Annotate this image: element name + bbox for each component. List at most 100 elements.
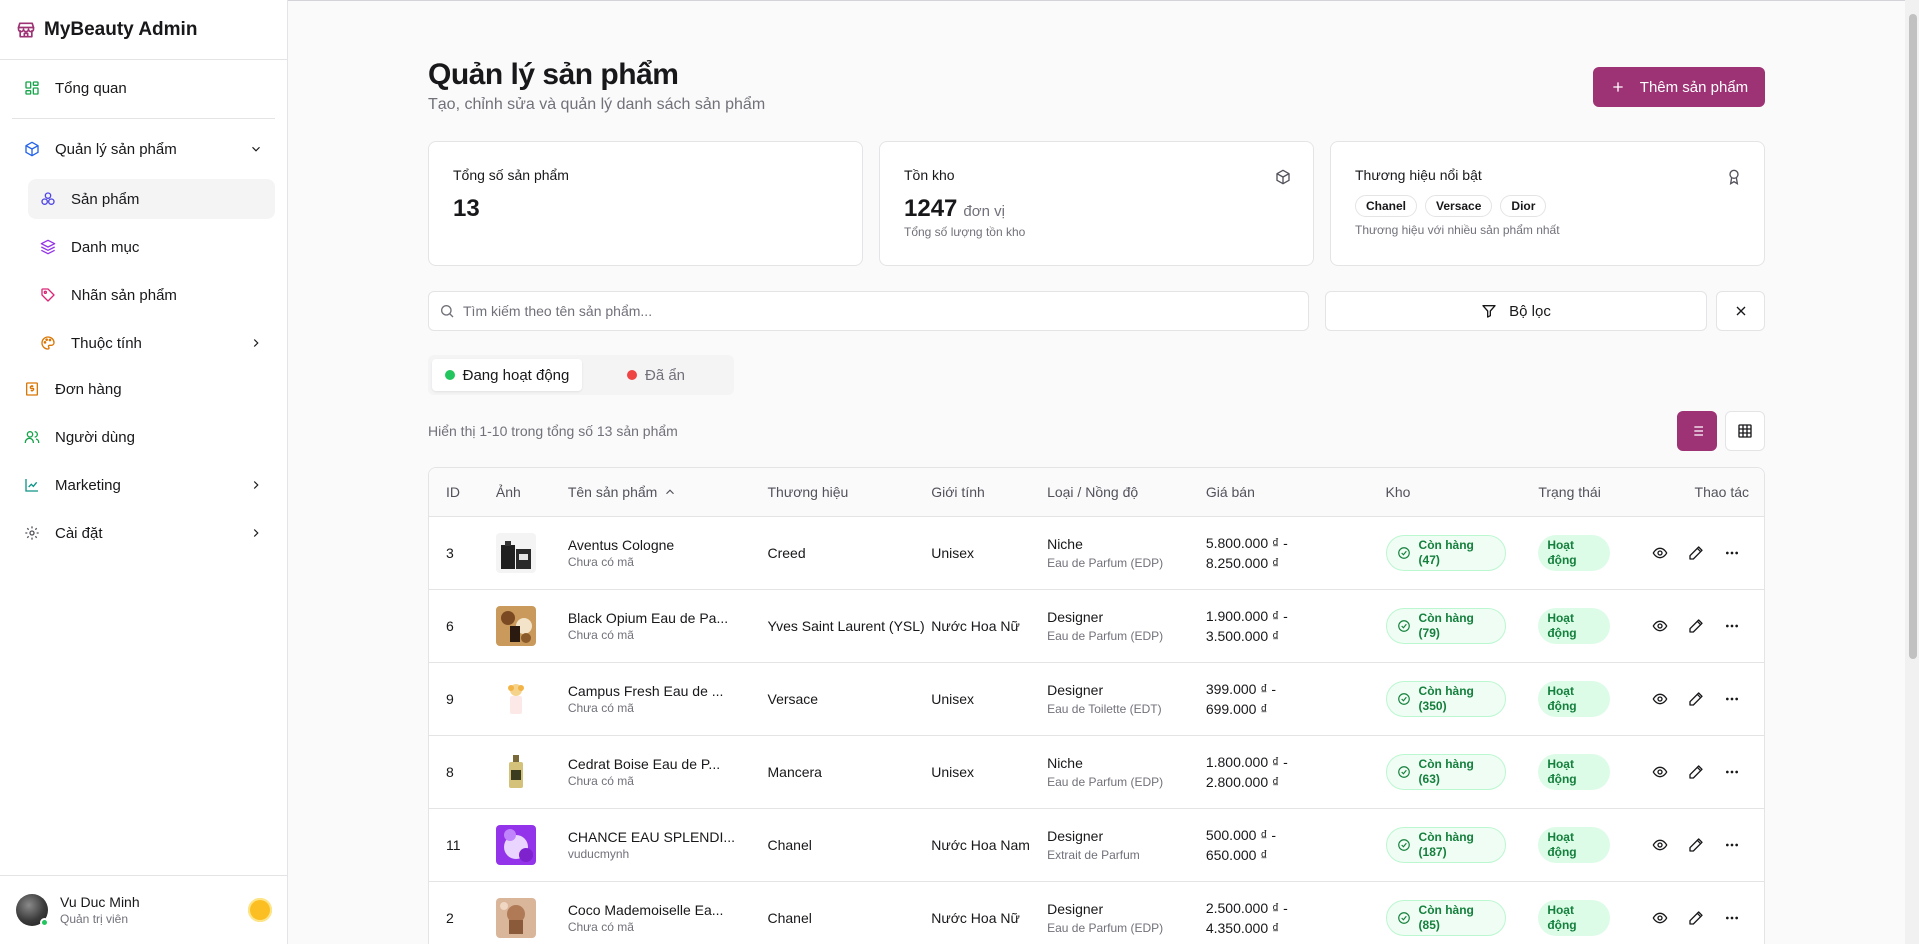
theme-toggle[interactable] xyxy=(248,898,272,922)
dashboard-icon xyxy=(25,81,39,95)
col-brand: Thương hiệu xyxy=(767,484,849,500)
product-name: Campus Fresh Eau de ... xyxy=(567,683,724,699)
status-badge: Hoạt động xyxy=(1538,608,1611,644)
table-row[interactable]: 8 Cedrat Boise Eau de P... Chưa có mã Ma… xyxy=(429,736,1764,809)
price-min: 5.800.000 ₫ - xyxy=(1205,535,1288,551)
eye-icon[interactable] xyxy=(1652,618,1668,634)
pencil-icon[interactable] xyxy=(1688,764,1704,780)
price-max: 4.350.000 ₫ xyxy=(1205,920,1280,936)
search-input[interactable] xyxy=(463,303,1308,319)
more-horizontal-icon[interactable] xyxy=(1724,545,1740,561)
status-line-1: Hoạt xyxy=(1547,611,1574,625)
pencil-icon[interactable] xyxy=(1688,910,1704,926)
product-status-cell: Hoạt động xyxy=(1538,535,1642,571)
eye-icon[interactable] xyxy=(1652,691,1668,707)
brand-chip[interactable]: Chanel xyxy=(1355,195,1418,217)
product-image-cell xyxy=(495,606,568,646)
sidebar-item-marketing[interactable]: Marketing xyxy=(12,467,275,503)
eye-icon[interactable] xyxy=(1652,545,1668,561)
sidebar-item-categories[interactable]: Danh mục xyxy=(28,227,275,267)
eye-icon[interactable] xyxy=(1652,837,1668,853)
col-price: Giá bán xyxy=(1205,484,1255,500)
tab-active[interactable]: Đang hoạt động xyxy=(432,359,582,391)
table-row[interactable]: 11 CHANCE EAU SPLENDI... vuducmynh Chane… xyxy=(429,809,1764,882)
col-name[interactable]: Tên sản phẩm xyxy=(568,484,768,500)
col-image: Ảnh xyxy=(495,484,521,500)
sidebar-item-tags[interactable]: Nhãn sản phẩm xyxy=(28,275,275,315)
more-horizontal-icon[interactable] xyxy=(1724,691,1740,707)
boxes-icon xyxy=(41,192,55,205)
filter-button[interactable]: Bộ lọc xyxy=(1325,291,1707,331)
user-role: Quản trị viên xyxy=(60,912,129,926)
sidebar-item-products-group[interactable]: Quản lý sản phẩm xyxy=(12,131,275,167)
stock-label: Còn hàng xyxy=(1418,611,1474,625)
product-price-cell: 2.500.000 ₫ - 4.350.000 ₫ xyxy=(1206,898,1386,938)
sidebar-item-overview[interactable]: Tổng quan xyxy=(12,70,275,106)
status-text: Hoạt động xyxy=(1547,684,1576,714)
sidebar-item-products[interactable]: Sản phẩm xyxy=(28,179,275,219)
stock-label: Còn hàng xyxy=(1418,684,1474,698)
check-circle-icon xyxy=(1397,839,1410,851)
eye-icon[interactable] xyxy=(1652,910,1668,926)
product-code: Chưa có mã xyxy=(567,628,634,642)
clear-filter-button[interactable] xyxy=(1716,291,1765,331)
row-actions xyxy=(1642,837,1764,853)
list-view-button[interactable] xyxy=(1677,411,1717,451)
price-max: 2.800.000 ₫ xyxy=(1205,774,1280,790)
status-text: Hoạt động xyxy=(1547,830,1576,860)
check-circle-icon xyxy=(1397,912,1410,924)
stat-card-brands: Thương hiệu nổi bật Chanel Versace Dior … xyxy=(1330,141,1765,266)
product-type: Designer xyxy=(1047,828,1104,844)
pencil-icon[interactable] xyxy=(1688,545,1704,561)
product-name-cell: Cedrat Boise Eau de P... Chưa có mã xyxy=(568,756,768,788)
product-brand: Chanel xyxy=(767,837,812,853)
stock-label: Còn hàng xyxy=(1418,538,1474,552)
online-indicator xyxy=(40,918,49,927)
sidebar-item-orders[interactable]: Đơn hàng xyxy=(12,371,275,407)
product-thumbnail xyxy=(495,533,536,573)
filter-label: Bộ lọc xyxy=(1509,302,1551,320)
more-horizontal-icon[interactable] xyxy=(1724,910,1740,926)
more-horizontal-icon[interactable] xyxy=(1724,837,1740,853)
add-product-button[interactable]: Thêm sản phẩm xyxy=(1593,67,1765,107)
chart-line-icon xyxy=(25,479,38,492)
product-price-cell: 500.000 ₫ - 650.000 ₫ xyxy=(1206,825,1386,865)
sidebar-item-attributes[interactable]: Thuộc tính xyxy=(28,323,275,363)
pencil-icon[interactable] xyxy=(1688,691,1704,707)
table-row[interactable]: 2 Coco Mademoiselle Ea... Chưa có mã Cha… xyxy=(429,882,1764,944)
pencil-icon[interactable] xyxy=(1688,837,1704,853)
search-box xyxy=(428,291,1309,331)
more-horizontal-icon[interactable] xyxy=(1724,618,1740,634)
product-price-cell: 5.800.000 ₫ - 8.250.000 ₫ xyxy=(1206,533,1386,573)
table-row[interactable]: 9 Campus Fresh Eau de ... Chưa có mã Ver… xyxy=(429,663,1764,736)
row-actions xyxy=(1642,545,1764,561)
layers-icon xyxy=(40,239,56,255)
product-id: 9 xyxy=(446,691,454,707)
stock-text: Còn hàng (63) xyxy=(1419,757,1474,787)
status-line-1: Hoạt xyxy=(1547,903,1574,917)
sidebar-item-settings[interactable]: Cài đặt xyxy=(12,515,275,551)
brand-chip[interactable]: Versace xyxy=(1425,195,1493,217)
stock-badge: Còn hàng (79) xyxy=(1385,608,1506,644)
stat-title: Tổng số sản phẩm xyxy=(453,167,569,183)
grid-view-button[interactable] xyxy=(1725,411,1765,451)
chevron-right-icon xyxy=(253,481,259,489)
stock-badge: Còn hàng (63) xyxy=(1385,754,1506,790)
more-horizontal-icon[interactable] xyxy=(1724,764,1740,780)
tab-hidden[interactable]: Đã ẩn xyxy=(582,359,730,391)
user-profile[interactable]: Vu Duc Minh Quản trị viên xyxy=(0,875,288,944)
brand[interactable]: MyBeauty Admin xyxy=(0,0,287,60)
status-line-1: Hoạt xyxy=(1547,684,1574,698)
check-circle-icon xyxy=(1397,766,1410,778)
eye-icon[interactable] xyxy=(1652,764,1668,780)
sidebar-item-users[interactable]: Người dùng xyxy=(12,419,275,455)
price-max: 3.500.000 ₫ xyxy=(1205,628,1280,644)
product-id: 3 xyxy=(446,545,454,561)
table-row[interactable]: 3 Aventus Cologne Chưa có mã Creed Unise… xyxy=(429,517,1764,590)
pencil-icon[interactable] xyxy=(1688,618,1704,634)
product-stock-cell: Còn hàng (79) xyxy=(1385,608,1539,644)
product-brand: Mancera xyxy=(767,764,822,780)
table-row[interactable]: 6 Black Opium Eau de Pa... Chưa có mã Yv… xyxy=(429,590,1764,663)
scrollbar-thumb[interactable] xyxy=(1909,14,1917,659)
brand-chip[interactable]: Dior xyxy=(1500,195,1547,217)
